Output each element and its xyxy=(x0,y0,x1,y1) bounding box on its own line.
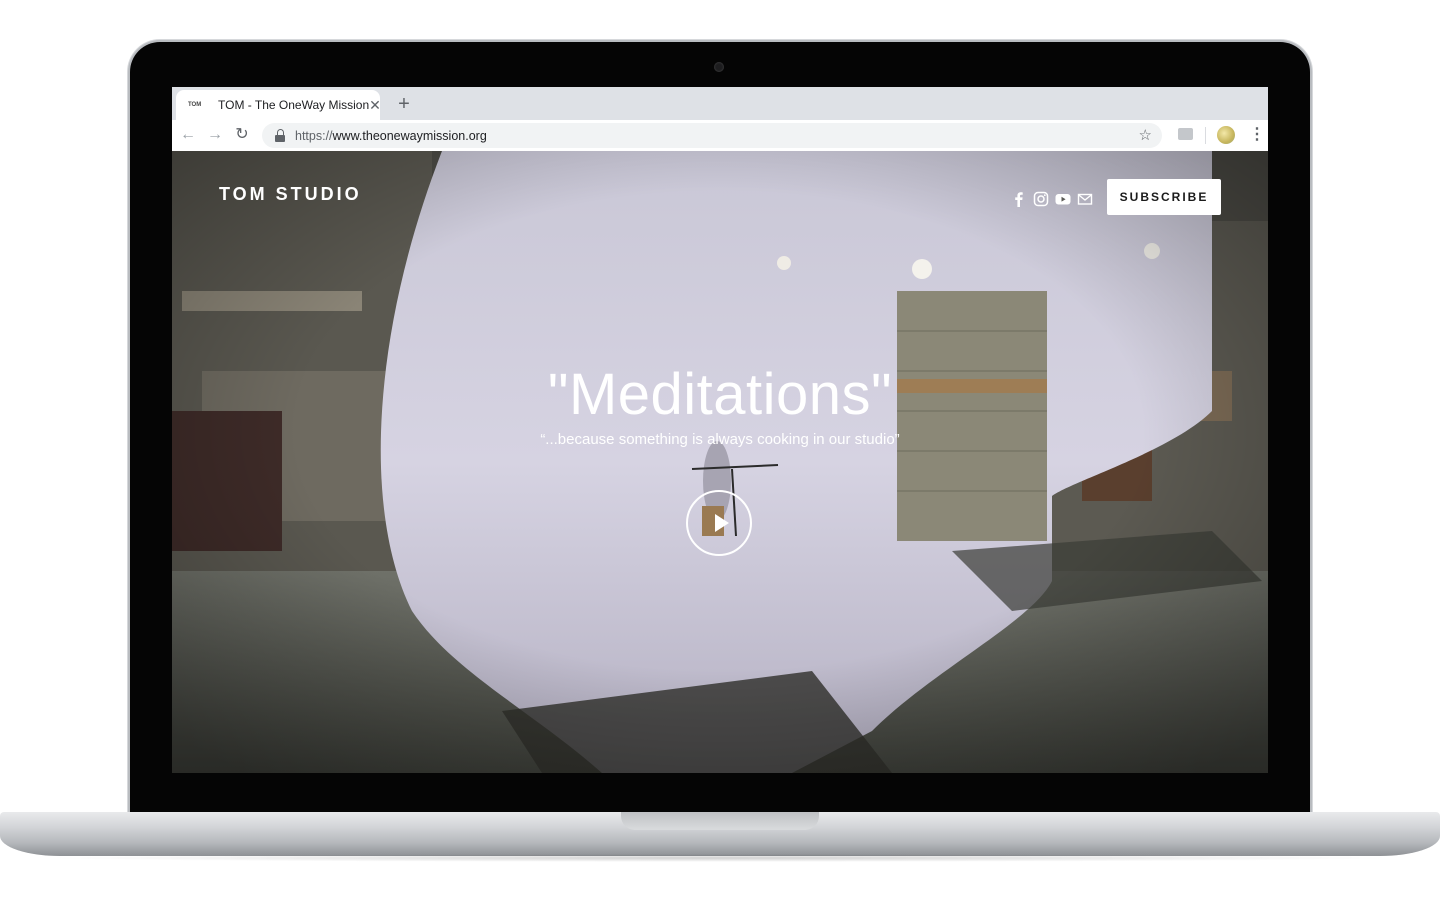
url-text: https://www.theonewaymission.org xyxy=(295,129,487,143)
hero-title: "Meditations" xyxy=(547,362,893,427)
arrow-right-icon: → xyxy=(207,126,223,143)
tab-strip: TOM TOM - The OneWay Mission ✕ + xyxy=(172,87,1268,120)
url-scheme: https:// xyxy=(295,128,333,143)
more-vertical-icon[interactable]: ⋮ xyxy=(1249,126,1265,144)
hero-background-image xyxy=(172,151,1268,773)
url-host: www.theonewaymission.org xyxy=(332,128,487,143)
laptop-shadow xyxy=(40,854,1400,862)
tab-active[interactable]: TOM TOM - The OneWay Mission ✕ xyxy=(176,90,381,120)
extension-icon[interactable] xyxy=(1178,128,1193,140)
reload-button[interactable]: ↻ xyxy=(232,125,252,145)
facebook-icon[interactable] xyxy=(1011,191,1027,207)
subscribe-button[interactable]: SUBSCRIBE xyxy=(1107,179,1221,215)
profile-avatar[interactable] xyxy=(1217,126,1235,144)
back-button[interactable]: ← xyxy=(178,125,198,145)
site-favicon-icon: TOM xyxy=(188,102,202,108)
tab-title: TOM - The OneWay Mission xyxy=(218,98,370,112)
toolbar-divider xyxy=(1205,127,1206,144)
mail-icon[interactable] xyxy=(1077,191,1093,207)
lock-icon[interactable] xyxy=(274,128,286,143)
close-icon[interactable]: ✕ xyxy=(369,97,381,114)
browser-toolbar: ← → ↻ https://www.theonewaymission.org ☆… xyxy=(172,120,1268,152)
laptop-hinge-notch xyxy=(621,812,819,830)
forward-button[interactable]: → xyxy=(205,125,225,145)
youtube-icon[interactable] xyxy=(1055,191,1071,207)
reload-icon: ↻ xyxy=(235,126,249,143)
hero-section: TOM STUDIO SUBSCRIBE "Meditations" “...b… xyxy=(172,151,1268,773)
hero-subtitle: “...because something is always cooking … xyxy=(540,431,900,448)
instagram-icon[interactable] xyxy=(1033,191,1049,207)
webcam xyxy=(714,62,724,72)
site-logo[interactable]: TOM STUDIO xyxy=(219,184,362,205)
address-bar[interactable]: https://www.theonewaymission.org ☆ xyxy=(262,123,1162,148)
star-icon[interactable]: ☆ xyxy=(1139,126,1152,144)
laptop-screen: TOM TOM - The OneWay Mission ✕ + ← → ↻ h… xyxy=(172,87,1268,773)
arrow-left-icon: ← xyxy=(180,126,196,143)
play-icon[interactable] xyxy=(686,490,752,556)
new-tab-button[interactable]: + xyxy=(392,92,416,116)
